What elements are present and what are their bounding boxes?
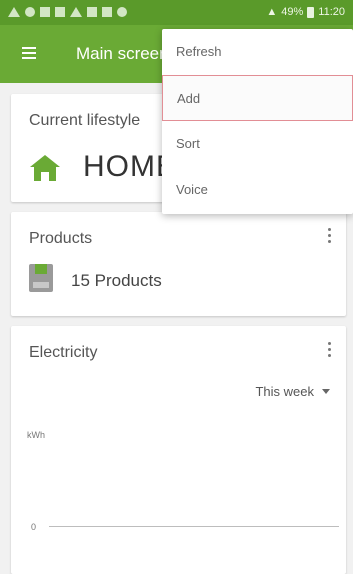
status-bar: ▲ 49% 11:20 xyxy=(0,0,353,25)
alert-icon xyxy=(70,7,82,17)
electricity-card[interactable]: Electricity This week kWh 0 xyxy=(11,326,346,574)
products-card[interactable]: Products 15 Products xyxy=(11,212,346,316)
y-axis-unit: kWh xyxy=(27,430,45,440)
menu-item-add[interactable]: Add xyxy=(162,75,353,121)
notification-icons xyxy=(8,5,127,19)
products-card-menu-icon[interactable] xyxy=(326,228,332,246)
menu-item-sort[interactable]: Sort xyxy=(162,121,353,167)
clock: 11:20 xyxy=(318,6,345,18)
y-axis-zero-label: 0 xyxy=(31,522,37,532)
battery-percent: 49% xyxy=(281,6,304,18)
warning-icon xyxy=(8,7,20,17)
overflow-menu: Refresh Add Sort Voice xyxy=(162,29,353,214)
electricity-card-menu-icon[interactable] xyxy=(326,342,332,360)
app-icon xyxy=(117,7,127,17)
chevron-down-icon xyxy=(322,389,330,394)
hamburger-menu-icon[interactable] xyxy=(22,47,36,59)
products-count: 15 Products xyxy=(71,271,162,290)
status-right: ▲ 49% 11:20 xyxy=(266,5,345,19)
period-value: This week xyxy=(255,384,314,399)
products-card-title: Products xyxy=(29,230,93,247)
lifestyle-card-title: Current lifestyle xyxy=(29,112,141,129)
product-box-icon xyxy=(29,264,53,292)
gallery-icon xyxy=(87,7,97,17)
message-icon xyxy=(40,7,50,17)
home-icon xyxy=(30,155,60,181)
chart-axis-line xyxy=(49,526,339,527)
image-icon xyxy=(55,7,65,17)
signal-icon: ▲ xyxy=(266,6,278,18)
menu-item-voice[interactable]: Voice xyxy=(162,167,353,213)
sync-icon xyxy=(25,7,35,17)
toolbar-title: Main screen xyxy=(76,44,169,63)
flag-icon xyxy=(102,7,112,17)
menu-item-refresh[interactable]: Refresh xyxy=(162,29,353,75)
electricity-card-title: Electricity xyxy=(29,344,98,361)
period-dropdown[interactable]: This week xyxy=(255,384,330,399)
battery-icon xyxy=(307,6,315,18)
